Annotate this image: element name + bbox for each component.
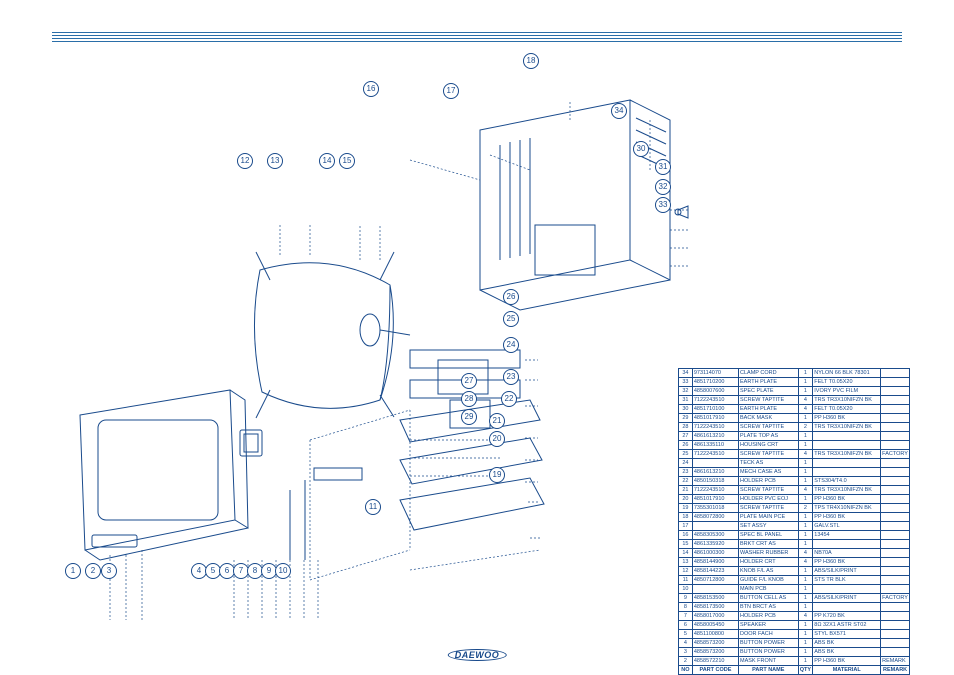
brand-logo: DAEWOO — [448, 649, 507, 661]
parts-row: 294851017910BACK MASK1PP H360 BK — [679, 414, 910, 423]
callout-23: 23 — [503, 369, 519, 385]
parts-row: 54851100800DOOR FACH1STYL BX571 — [679, 630, 910, 639]
parts-row: 94858153500BUTTON CELL AS1ABS/SILK/PRINT… — [679, 594, 910, 603]
callout-26: 26 — [503, 289, 519, 305]
col-no: NO — [679, 666, 693, 675]
callout-34: 34 — [611, 103, 627, 119]
parts-row: 144861000300WASHER RUBBER4NB70A — [679, 549, 910, 558]
parts-row: 197355301018SCREW TAPTITE2TPS TR4X10NIFZ… — [679, 504, 910, 513]
parts-row: 154861335920BRKT CRT AS1 — [679, 540, 910, 549]
parts-row: 74858017000HOLDER PCB4PP K720 BK — [679, 612, 910, 621]
callout-27: 27 — [461, 373, 477, 389]
parts-row: 124858144223KNOB F/L AS1ABS/SILK/PRINT — [679, 567, 910, 576]
parts-row: 217122243510SCREW TAPTITE4TRS TR3X10NIFZ… — [679, 486, 910, 495]
parts-row: 317122243510SCREW TAPTITE4TRS TR3X10NIFZ… — [679, 396, 910, 405]
callout-14: 14 — [319, 153, 335, 169]
callout-16: 16 — [363, 81, 379, 97]
callout-24: 24 — [503, 337, 519, 353]
parts-row: 34858573200BUTTON POWER1ABS BK — [679, 648, 910, 657]
parts-row: 24858572210MASK FRONT1PP H360 BKREMARK — [679, 657, 910, 666]
callout-25: 25 — [503, 311, 519, 327]
parts-row: 324858007600SPEC PLATE1IVORY PVC FILM — [679, 387, 910, 396]
callout-15: 15 — [339, 153, 355, 169]
col-rmk: REMARK — [881, 666, 910, 675]
callout-19: 19 — [489, 467, 505, 483]
parts-header-row: NO PART CODE PART NAME QTY MATERIAL REMA… — [679, 666, 910, 675]
callout-28: 28 — [461, 391, 477, 407]
parts-row: 304851710100EARTH PLATE4FELT T0.05X20 — [679, 405, 910, 414]
parts-row: 10MAIN PCB1 — [679, 585, 910, 594]
callout-17: 17 — [443, 83, 459, 99]
parts-list-table: 34973114070CLAMP CORD1NYLON 66 BLK 78301… — [678, 368, 910, 675]
col-qty: QTY — [798, 666, 813, 675]
parts-row: 34973114070CLAMP CORD1NYLON 66 BLK 78301 — [679, 369, 910, 378]
parts-row: 44858573200BUTTON POWER1ABS BK — [679, 639, 910, 648]
header-rule-lines — [52, 32, 902, 44]
callout-30: 30 — [633, 141, 649, 157]
callout-18: 18 — [523, 53, 539, 69]
parts-row: 224850150318HOLDER PCB1STS304/T4.0 — [679, 477, 910, 486]
callout-31: 31 — [655, 159, 671, 175]
callout-2: 2 — [85, 563, 101, 579]
parts-row: 64858005450SPEAKER18Ω 32X1 ASTR ST02 — [679, 621, 910, 630]
parts-row: 257122243510SCREW TAPTITE4TRS TR3X10NIFZ… — [679, 450, 910, 459]
exploded-diagram — [30, 60, 670, 620]
parts-row: 264861335110HOUSING CRT1 — [679, 441, 910, 450]
parts-row: 84858173500BTN BRCT AS1 — [679, 603, 910, 612]
parts-row: 17SET ASSY1GALV.STL — [679, 522, 910, 531]
parts-row: 24TECK AS1 — [679, 459, 910, 468]
callout-13: 13 — [267, 153, 283, 169]
parts-row: 234861613210MECH CASE AS1 — [679, 468, 910, 477]
parts-row: 287122243510SCREW TAPTITE2TRS TR3X10NIFZ… — [679, 423, 910, 432]
parts-row: 134858144900HOLDER CRT4PP H360 BK — [679, 558, 910, 567]
parts-row: 164858305300SPEC BL PANEL113454 — [679, 531, 910, 540]
callout-32: 32 — [655, 179, 671, 195]
parts-row: 184858072800PLATE MAIN PCE1PP H360 BK — [679, 513, 910, 522]
col-name: PART NAME — [739, 666, 798, 675]
parts-row: 114850712800GUIDE F/L KNOB1STS TR BLK — [679, 576, 910, 585]
col-code: PART CODE — [692, 666, 738, 675]
col-mat: MATERIAL — [813, 666, 881, 675]
callout-1: 1 — [65, 563, 81, 579]
callout-22: 22 — [501, 391, 517, 407]
parts-row: 274861613210PLATE TOP AS1 — [679, 432, 910, 441]
callout-20: 20 — [489, 431, 505, 447]
callout-21: 21 — [489, 413, 505, 429]
parts-row: 334851710200EARTH PLATE1FELT T0.05X20 — [679, 378, 910, 387]
callout-10: 10 — [275, 563, 291, 579]
callout-29: 29 — [461, 409, 477, 425]
callout-3: 3 — [101, 563, 117, 579]
parts-row: 204851017910HOLDER PVC EOJ1PP H360 BK — [679, 495, 910, 504]
callout-11: 11 — [365, 499, 381, 515]
callout-33: 33 — [655, 197, 671, 213]
callout-12: 12 — [237, 153, 253, 169]
